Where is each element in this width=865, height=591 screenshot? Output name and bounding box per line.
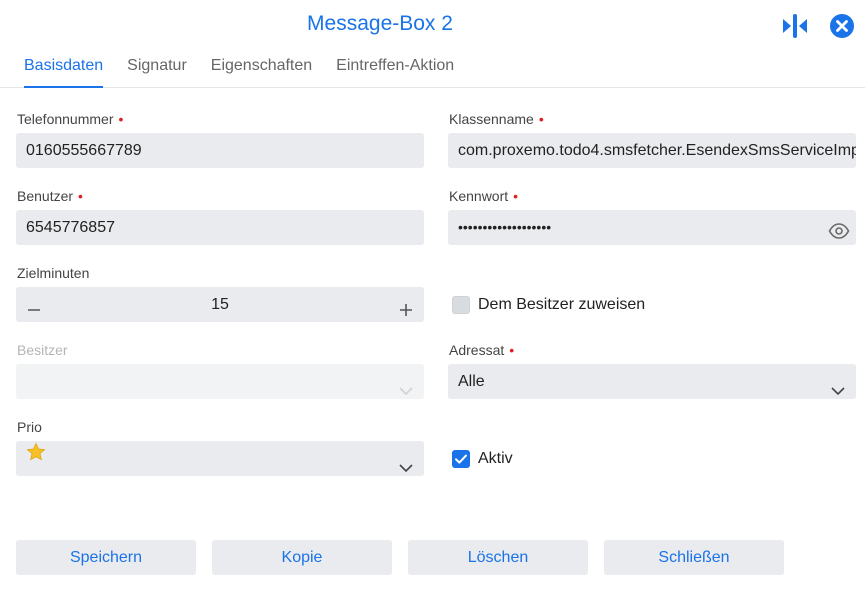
copy-button[interactable]: Kopie [212, 540, 392, 575]
checkmark-icon [455, 454, 467, 464]
required-marker: • [118, 111, 124, 127]
password-field[interactable]: ••••••••••••••••••• [448, 210, 856, 245]
classname-value: com.proxemo.todo4.smsfetcher.EsendexSmsS… [458, 142, 856, 159]
tab-bar: Basisdaten Signatur Eigenschaften Eintre… [12, 50, 466, 88]
chevron-down-icon [830, 375, 846, 396]
user-value: 6545776857 [26, 219, 115, 236]
close-button[interactable]: Schließen [604, 540, 784, 575]
required-marker: • [78, 188, 83, 204]
active-checkbox[interactable] [452, 450, 470, 468]
target-minutes-value: 15 [211, 296, 229, 313]
tab-basisdaten[interactable]: Basisdaten [12, 50, 115, 88]
required-marker: • [538, 111, 544, 127]
tab-signatur[interactable]: Signatur [115, 50, 199, 88]
prio-label: Prio [17, 419, 42, 435]
tab-eintreffen-aktion[interactable]: Eintreffen-Aktion [324, 50, 466, 88]
chevron-down-icon [398, 375, 414, 396]
password-label: Kennwort • [449, 188, 519, 204]
user-label: Benutzer • [17, 188, 83, 204]
recipient-select[interactable]: Alle [448, 364, 856, 399]
save-button[interactable]: Speichern [16, 540, 196, 575]
close-icon[interactable] [829, 13, 855, 39]
recipient-label: Adressat • [449, 342, 515, 358]
password-value: ••••••••••••••••••• [458, 219, 552, 235]
delete-button[interactable]: Löschen [408, 540, 588, 575]
tab-eigenschaften[interactable]: Eigenschaften [199, 50, 324, 88]
star-icon [26, 441, 46, 475]
required-marker: • [509, 342, 515, 358]
target-minutes-label: Zielminuten [17, 265, 90, 281]
phone-value: 0160555667789 [26, 142, 142, 159]
phone-field[interactable]: 0160555667789 [16, 133, 424, 168]
dialog-title: Message-Box 2 [307, 12, 453, 35]
assign-owner-checkbox[interactable] [452, 296, 470, 314]
target-minutes-stepper[interactable]: 15 [16, 287, 424, 322]
split-pane-icon[interactable] [780, 12, 810, 40]
prio-select[interactable] [16, 441, 424, 476]
chevron-down-icon [398, 452, 414, 473]
classname-field[interactable]: com.proxemo.todo4.smsfetcher.EsendexSmsS… [448, 133, 856, 168]
phone-label: Telefonnummer • [17, 111, 124, 127]
active-label: Aktiv [478, 450, 513, 467]
minus-icon[interactable] [26, 296, 42, 312]
dialog-header: Message-Box 2 Basisdaten Signatur Eigens… [0, 0, 865, 88]
assign-owner-label: Dem Besitzer zuweisen [478, 296, 646, 313]
owner-label: Besitzer [17, 342, 68, 358]
owner-select[interactable] [16, 364, 424, 399]
required-marker: • [513, 188, 519, 204]
plus-icon[interactable] [398, 296, 414, 316]
classname-label: Klassenname • [449, 111, 544, 127]
eye-icon[interactable] [828, 218, 850, 239]
user-field[interactable]: 6545776857 [16, 210, 424, 245]
recipient-value: Alle [458, 373, 485, 390]
